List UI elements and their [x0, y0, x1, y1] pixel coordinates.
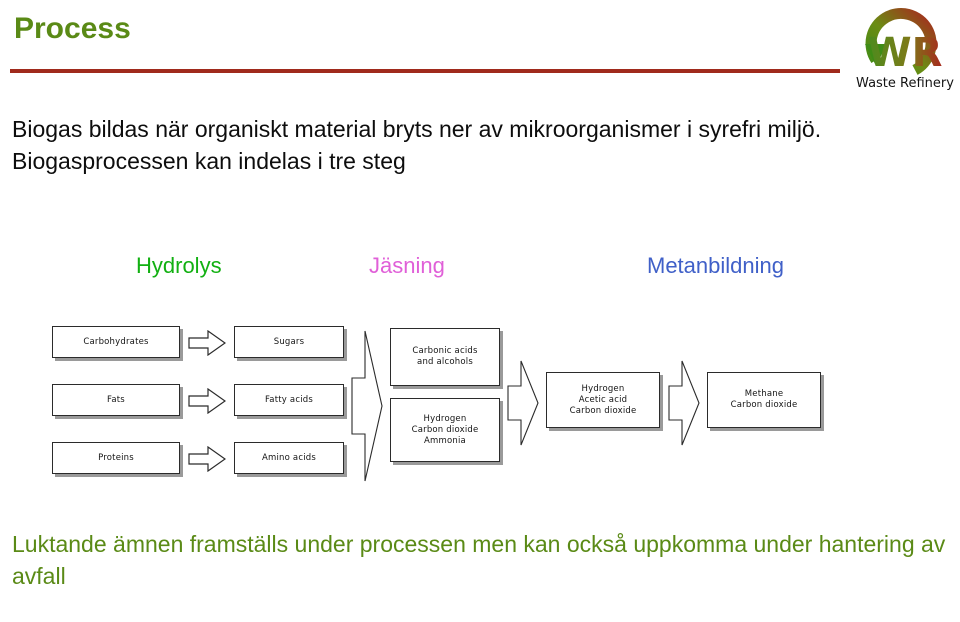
diagram-box-fats: Fats — [52, 384, 180, 416]
arrow-icon-fermentation-to-acetogenesis — [507, 360, 539, 446]
arrow-icon-acetogenesis-to-methanogenesis — [668, 360, 700, 446]
stage-label-jasning: Jäsning — [369, 253, 445, 278]
page-title: Process — [14, 12, 131, 45]
arrow-icon-fats-to-fatty-acids — [188, 388, 226, 414]
diagram-box-hydrogen-acetic-acid-co2: Hydrogen Acetic acid Carbon dioxide — [546, 372, 660, 428]
svg-text:WR: WR — [868, 30, 943, 76]
title-divider — [10, 69, 840, 73]
diagram-box-hydrogen-co2-ammonia: Hydrogen Carbon dioxide Ammonia — [390, 398, 500, 462]
logo-wordmark: Waste Refinery — [856, 76, 954, 91]
waste-refinery-logo: WR Waste Refinery — [853, 4, 957, 100]
footer-note: Luktande ämnen framställs under processe… — [12, 531, 946, 589]
arrow-icon-proteins-to-amino-acids — [188, 446, 226, 472]
logo-mark-icon: WR — [865, 7, 943, 76]
diagram-box-fatty-acids: Fatty acids — [234, 384, 344, 416]
biogas-process-diagram: Carbohydrates Fats Proteins Sugars Fatty… — [52, 322, 860, 490]
diagram-box-proteins: Proteins — [52, 442, 180, 474]
diagram-box-sugars: Sugars — [234, 326, 344, 358]
stage-label-hydrolys: Hydrolys — [136, 253, 222, 278]
diagram-box-carbohydrates: Carbohydrates — [52, 326, 180, 358]
diagram-box-amino-acids: Amino acids — [234, 442, 344, 474]
arrow-icon-carbohydrates-to-sugars — [188, 330, 226, 356]
stage-label-metanbildning: Metanbildning — [647, 253, 784, 278]
arrow-icon-hydrolysis-to-fermentation — [351, 330, 383, 482]
diagram-box-carbonic-acids-and-alcohols: Carbonic acids and alcohols — [390, 328, 500, 386]
intro-paragraph: Biogas bildas när organiskt material bry… — [12, 116, 822, 174]
diagram-box-methane-co2: Methane Carbon dioxide — [707, 372, 821, 428]
